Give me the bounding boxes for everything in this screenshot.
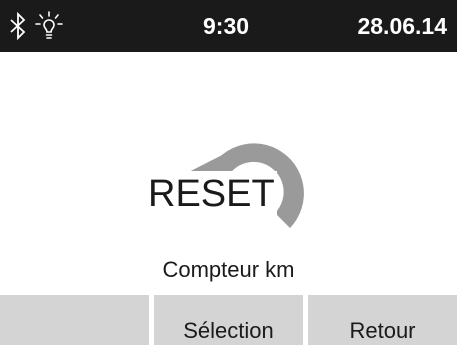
- counter-label: Compteur km: [162, 257, 295, 282]
- reset-label: RESET: [146, 171, 277, 217]
- back-button-label: Retour: [349, 318, 416, 343]
- softkey-bar: Sélection Retour: [0, 295, 457, 345]
- status-icons: [8, 8, 64, 44]
- main-screen: RESET Compteur km: [0, 52, 457, 295]
- status-bar: 9:30 28.06.14: [0, 0, 457, 52]
- softkey-left[interactable]: [0, 295, 149, 345]
- clock-time: 9:30: [203, 13, 250, 39]
- bluetooth-icon: [8, 12, 28, 40]
- back-button[interactable]: Retour: [308, 295, 457, 345]
- date: 28.06.14: [357, 13, 447, 39]
- select-button-label: Sélection: [183, 318, 274, 343]
- select-button[interactable]: Sélection: [154, 295, 303, 345]
- light-bulb-icon: [34, 11, 64, 41]
